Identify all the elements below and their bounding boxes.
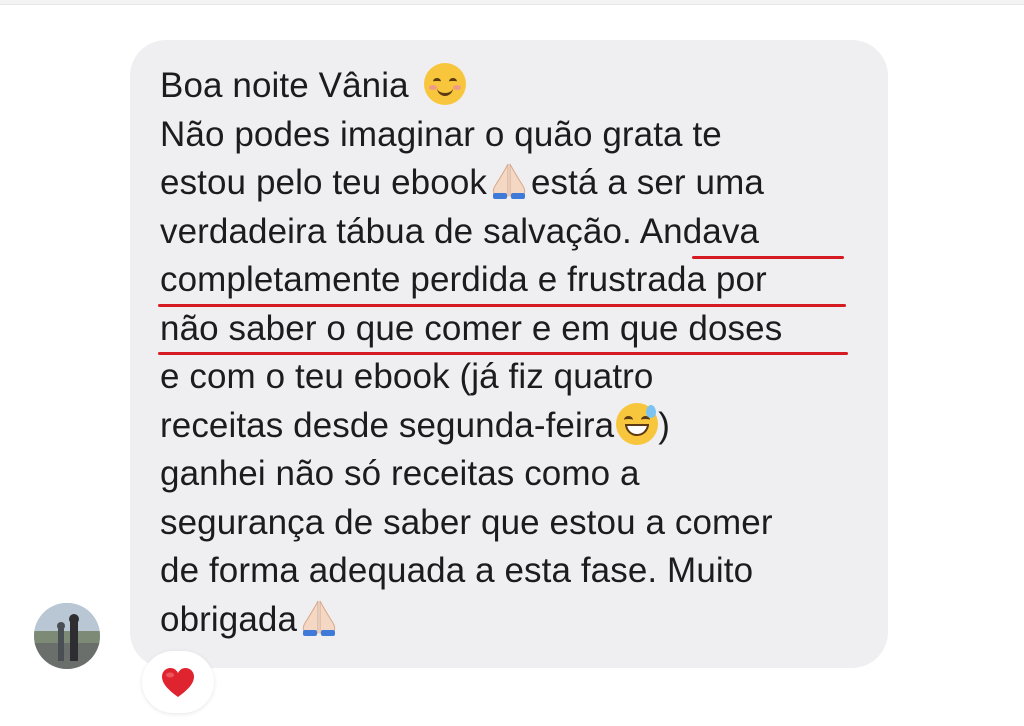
text-segment: obrigada — [160, 599, 298, 639]
heart-icon — [161, 667, 195, 699]
message-line-3: estou pelo teu ebook está a ser uma — [160, 159, 860, 208]
message-line-10: segurança de saber que estou a comer — [160, 502, 773, 542]
text-segment: ) — [658, 405, 670, 445]
highlight-underline — [692, 256, 844, 259]
praying-hands-icon — [487, 160, 531, 200]
message-line-6: não saber o que comer e em que doses — [160, 308, 783, 348]
highlight-underline — [158, 304, 846, 307]
text-segment: verdadeira tábua de salvação. — [160, 211, 640, 251]
top-divider — [0, 0, 1024, 5]
text-greeting: Boa noite Vânia — [160, 66, 409, 105]
message-line-4: verdadeira tábua de salvação. Andava — [160, 208, 860, 257]
message-line-1: Boa noite Vânia — [160, 62, 860, 111]
reaction-badge[interactable] — [142, 651, 214, 713]
praying-hands-icon — [297, 597, 341, 637]
avatar-photo — [34, 603, 100, 669]
text-segment: está a ser uma — [530, 163, 764, 202]
message-line-7: e com o teu ebook (já fiz quatro — [160, 357, 654, 396]
text-segment: estou pelo teu ebook — [160, 163, 487, 202]
message-line-11: de forma adequada a esta fase. Muito — [160, 551, 754, 590]
grinning-sweat-face-icon — [616, 402, 659, 445]
highlight-underline — [158, 352, 848, 355]
message-line-12: obrigada — [160, 596, 860, 645]
highlighted-text: Andava — [639, 211, 760, 251]
smiling-face-icon — [424, 63, 467, 105]
message-line-9: ganhei não só receitas como a — [160, 454, 640, 493]
message-line-2: Não podes imaginar o quão grata te — [160, 114, 722, 154]
message-line-8: receitas desde segunda-feira ) — [160, 402, 860, 451]
sender-avatar[interactable] — [34, 603, 100, 669]
message-line-5: completamente perdida e frustrada por — [160, 260, 767, 299]
text-segment: receitas desde segunda-feira — [160, 405, 615, 445]
